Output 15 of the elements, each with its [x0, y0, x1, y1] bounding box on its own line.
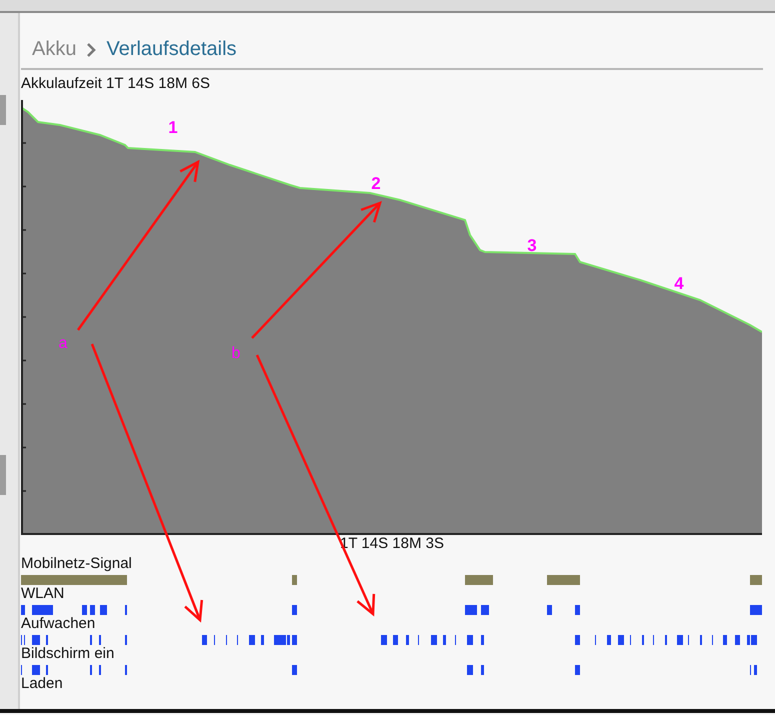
annotation-label: 2 [371, 174, 381, 193]
annotation-label: a [58, 335, 68, 352]
annotation-label: 4 [674, 274, 684, 293]
chevron-icon [86, 42, 96, 56]
track-label: Bildschirm ein [21, 645, 116, 663]
track-label: Laden [21, 675, 64, 693]
chart-title: Akkulaufzeit 1T 14S 18M 6S [21, 75, 211, 93]
annotation-label: b [232, 345, 240, 362]
track-label: Aufwachen [21, 615, 96, 633]
track-label: WLAN [21, 585, 66, 603]
page-title: Verlaufsdetails [106, 38, 237, 60]
track-label: Mobilnetz-Signal [21, 555, 133, 573]
annotation-label: 3 [527, 236, 537, 255]
annotation-label: 1 [168, 118, 178, 137]
breadcrumb-parent[interactable]: Akku [32, 38, 76, 60]
